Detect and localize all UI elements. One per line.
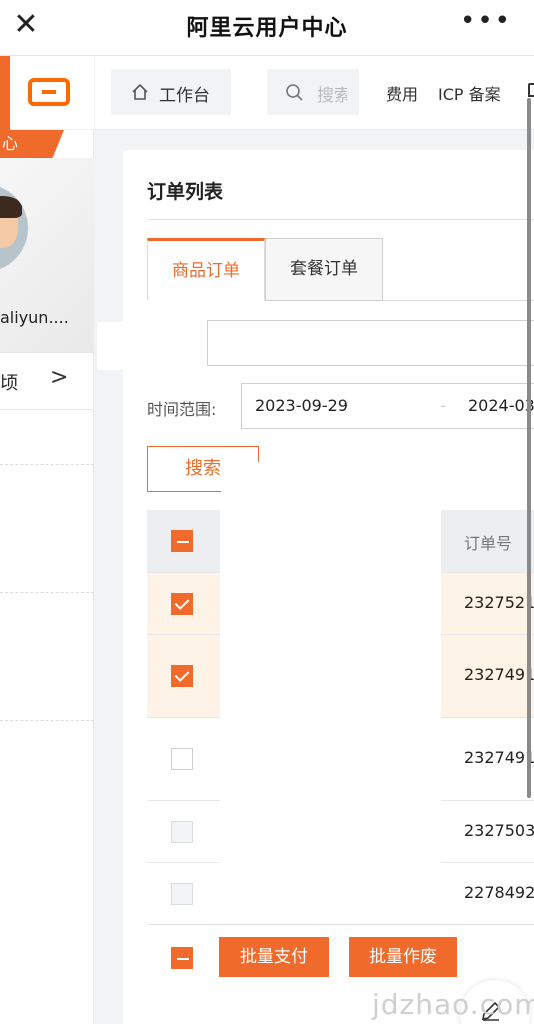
- table-row: [147, 718, 220, 801]
- workbench-button[interactable]: 工作台: [111, 69, 231, 115]
- chevron-right-icon: >: [50, 365, 69, 390]
- nav-link-fees[interactable]: 费用: [386, 81, 418, 105]
- watermark-text: jdzhao.com: [372, 988, 534, 1021]
- top-navigation: 工作台 搜索 费用 ICP 备案: [95, 56, 534, 130]
- title-bar: ✕ 阿里云用户中心 •••: [0, 0, 534, 56]
- sidebar-quick-label: 顷: [0, 373, 18, 394]
- date-separator: -: [440, 396, 446, 415]
- divider: [147, 924, 534, 925]
- column-header-order-no: 订单号: [464, 534, 513, 553]
- table-checkbox-column: [147, 510, 220, 925]
- row-checkbox[interactable]: [171, 593, 193, 615]
- more-icon[interactable]: •••: [460, 6, 512, 36]
- search-icon: [286, 84, 303, 101]
- row-checkbox-disabled: [171, 883, 193, 905]
- order-number[interactable]: 23274918: [464, 748, 534, 767]
- table-row: 22784929: [441, 863, 534, 925]
- date-range-picker[interactable]: 2023-09-29 - 2024-03-: [241, 383, 534, 429]
- order-number[interactable]: 23275034: [464, 821, 534, 840]
- panel-title: 订单列表: [147, 181, 224, 203]
- divider: [0, 592, 94, 593]
- table-header-row: 订单号: [441, 510, 534, 573]
- table-header-row: [147, 510, 220, 573]
- table-row: 23274918: [441, 635, 534, 718]
- batch-void-button[interactable]: 批量作废: [349, 937, 457, 977]
- search-button-mask: [221, 462, 261, 494]
- search-placeholder: 搜索: [317, 86, 347, 106]
- page-title: 阿里云用户中心: [186, 16, 348, 41]
- username: aliyun....: [0, 308, 69, 327]
- order-number[interactable]: 23274918: [464, 665, 534, 684]
- filter-label-mask: [97, 322, 187, 370]
- scrollbar[interactable]: [527, 98, 531, 798]
- order-tabs: 商品订单 套餐订单: [147, 238, 534, 301]
- order-panel: 订单列表 商品订单 套餐订单 时间范围: 2023-09-29 - 2024-0…: [97, 150, 534, 1024]
- nav-link-icp[interactable]: ICP 备案: [438, 81, 501, 105]
- table-row: [147, 573, 220, 635]
- time-range-label: 时间范围:: [147, 400, 217, 419]
- order-number[interactable]: 23275212: [464, 593, 534, 612]
- table-row: [147, 801, 220, 863]
- filter-input[interactable]: [207, 320, 534, 366]
- workbench-label: 工作台: [159, 86, 210, 106]
- table-row: [147, 635, 220, 718]
- divider: [0, 464, 94, 465]
- batch-pay-button[interactable]: 批量支付: [219, 937, 329, 977]
- table-row: [147, 863, 220, 925]
- table-row: 23275212: [441, 573, 534, 635]
- select-all-checkbox[interactable]: [171, 530, 193, 552]
- search-input[interactable]: 搜索: [267, 69, 359, 115]
- home-icon: [132, 83, 148, 100]
- order-number[interactable]: 22784929: [464, 883, 534, 902]
- app-root: ✕ 阿里云用户中心 ••• 心 aliyun.... 顷 > 工作台 搜索 费用…: [0, 0, 534, 1024]
- table-order-column: 订单号 23275212 23274918 23274918 23275034 …: [441, 510, 534, 925]
- sidebar: 心 aliyun.... 顷 >: [0, 56, 94, 1024]
- tab-package-orders[interactable]: 套餐订单: [265, 238, 383, 301]
- date-start: 2023-09-29: [255, 396, 348, 415]
- sidebar-quick-row[interactable]: 顷 >: [0, 352, 94, 410]
- divider: [0, 720, 94, 721]
- table-row: 23275034: [441, 801, 534, 863]
- divider: [147, 219, 534, 220]
- footer-select-all-checkbox[interactable]: [171, 947, 193, 969]
- table-row: 23274918: [441, 718, 534, 801]
- aliyun-logo-icon[interactable]: [28, 78, 70, 106]
- row-checkbox[interactable]: [171, 665, 193, 687]
- sidebar-accent: [0, 56, 10, 130]
- tab-product-orders[interactable]: 商品订单: [147, 238, 265, 301]
- row-checkbox-disabled: [171, 821, 193, 843]
- user-center-badge: 心: [0, 130, 64, 158]
- row-checkbox[interactable]: [171, 748, 193, 770]
- ticket-icon[interactable]: [528, 83, 534, 97]
- date-end: 2024-03-: [468, 396, 534, 415]
- brand-area: [0, 56, 94, 130]
